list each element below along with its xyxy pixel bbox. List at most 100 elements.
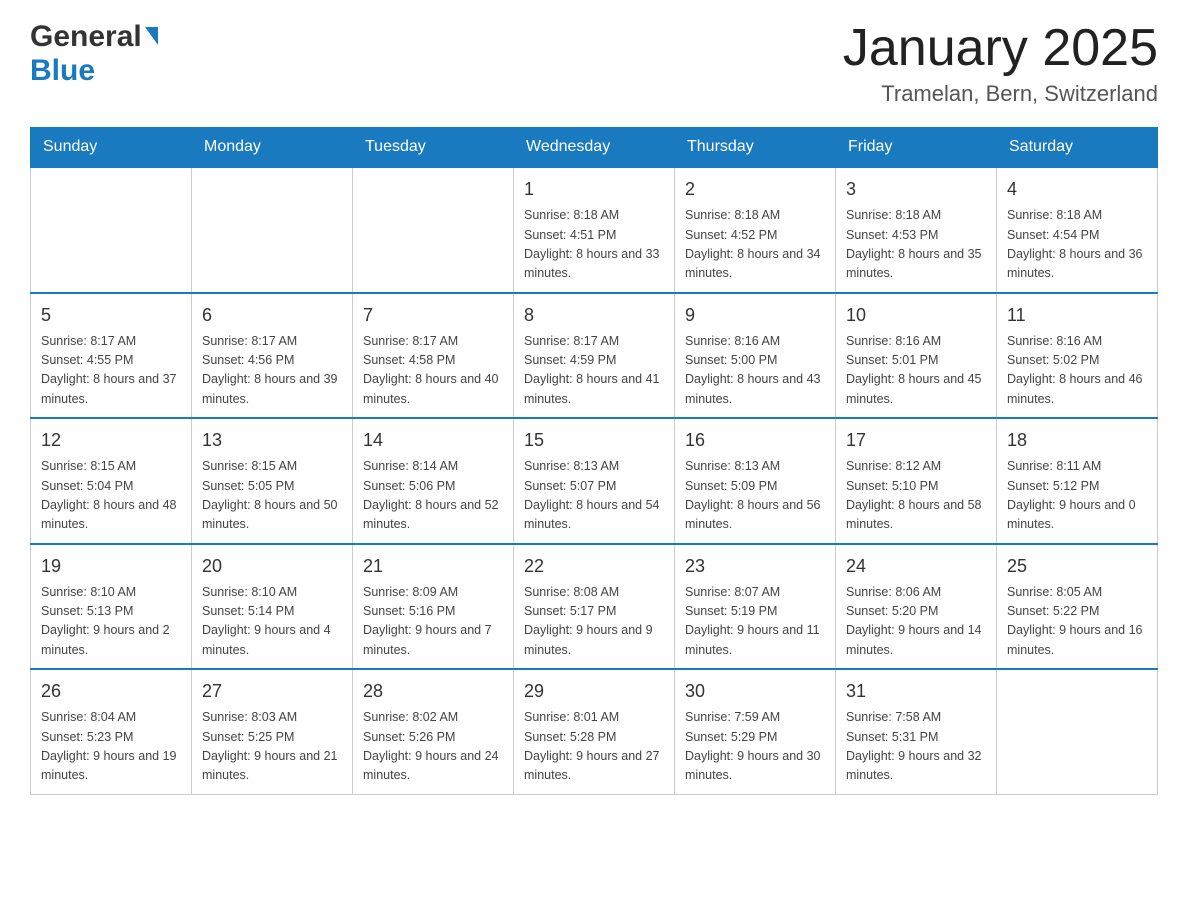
day-number: 5 [41,302,181,329]
day-number: 19 [41,553,181,580]
calendar-day-cell: 19 Sunrise: 8:10 AM Sunset: 5:13 PM Dayli… [31,544,192,670]
day-info: Sunrise: 8:15 AM Sunset: 5:05 PM Dayligh… [202,457,342,535]
day-number: 24 [846,553,986,580]
day-number: 3 [846,176,986,203]
calendar-day-cell: 17 Sunrise: 8:12 AM Sunset: 5:10 PM Dayli… [836,418,997,544]
day-number: 6 [202,302,342,329]
day-number: 26 [41,678,181,705]
day-info: Sunrise: 7:59 AM Sunset: 5:29 PM Dayligh… [685,708,825,786]
calendar-day-cell: 31 Sunrise: 7:58 AM Sunset: 5:31 PM Dayli… [836,669,997,794]
calendar-day-cell: 20Sunrise: 8:10 AM Sunset: 5:14 PM Dayli… [192,544,353,670]
calendar-week-row: 1Sunrise: 8:18 AM Sunset: 4:51 PM Daylig… [31,167,1158,293]
day-number: 10 [846,302,986,329]
day-number: 22 [524,553,664,580]
logo-arrow-icon [145,27,158,45]
day-info: Sunrise: 8:10 AM Sunset: 5:13 PM Dayligh… [41,583,181,661]
day-info: Sunrise: 8:13 AM Sunset: 5:07 PM Dayligh… [524,457,664,535]
calendar-day-cell: 28 Sunrise: 8:02 AM Sunset: 5:26 PM Dayli… [353,669,514,794]
calendar-day-cell: 3Sunrise: 8:18 AM Sunset: 4:53 PM Daylig… [836,167,997,293]
calendar-day-cell [353,167,514,293]
calendar-day-cell: 5 Sunrise: 8:17 AM Sunset: 4:55 PM Daylig… [31,293,192,419]
day-number: 25 [1007,553,1147,580]
calendar-day-cell: 25 Sunrise: 8:05 AM Sunset: 5:22 PM Dayli… [997,544,1158,670]
calendar-day-cell: 2 Sunrise: 8:18 AM Sunset: 4:52 PM Daylig… [675,167,836,293]
day-info: Sunrise: 8:06 AM Sunset: 5:20 PM Dayligh… [846,583,986,661]
day-info: Sunrise: 8:18 AM Sunset: 4:54 PM Dayligh… [1007,206,1147,284]
calendar-week-row: 12 Sunrise: 8:15 AM Sunset: 5:04 PM Dayli… [31,418,1158,544]
day-number: 23 [685,553,825,580]
calendar-day-cell: 29Sunrise: 8:01 AM Sunset: 5:28 PM Dayli… [514,669,675,794]
day-info: Sunrise: 8:16 AM Sunset: 5:00 PM Dayligh… [685,332,825,410]
calendar-table: SundayMondayTuesdayWednesdayThursdayFrid… [30,127,1158,795]
calendar-day-cell: 14 Sunrise: 8:14 AM Sunset: 5:06 PM Dayli… [353,418,514,544]
calendar-day-header: Thursday [675,128,836,168]
day-info: Sunrise: 7:58 AM Sunset: 5:31 PM Dayligh… [846,708,986,786]
calendar-header-row: SundayMondayTuesdayWednesdayThursdayFrid… [31,128,1158,168]
calendar-day-cell: 11Sunrise: 8:16 AM Sunset: 5:02 PM Dayli… [997,293,1158,419]
day-number: 12 [41,427,181,454]
calendar-day-cell [31,167,192,293]
day-number: 17 [846,427,986,454]
calendar-day-cell: 8 Sunrise: 8:17 AM Sunset: 4:59 PM Daylig… [514,293,675,419]
day-number: 27 [202,678,342,705]
title-block: January 2025 Tramelan, Bern, Switzerland [843,20,1158,107]
day-number: 28 [363,678,503,705]
day-info: Sunrise: 8:14 AM Sunset: 5:06 PM Dayligh… [363,457,503,535]
day-number: 30 [685,678,825,705]
calendar-title: January 2025 [843,20,1158,77]
day-number: 31 [846,678,986,705]
logo-blue: Blue [30,54,95,87]
day-info: Sunrise: 8:18 AM Sunset: 4:52 PM Dayligh… [685,206,825,284]
day-info: Sunrise: 8:18 AM Sunset: 4:51 PM Dayligh… [524,206,664,284]
day-info: Sunrise: 8:09 AM Sunset: 5:16 PM Dayligh… [363,583,503,661]
day-number: 29 [524,678,664,705]
calendar-day-cell: 30 Sunrise: 7:59 AM Sunset: 5:29 PM Dayli… [675,669,836,794]
day-number: 2 [685,176,825,203]
calendar-day-cell: 13 Sunrise: 8:15 AM Sunset: 5:05 PM Dayli… [192,418,353,544]
calendar-day-cell: 27Sunrise: 8:03 AM Sunset: 5:25 PM Dayli… [192,669,353,794]
day-info: Sunrise: 8:11 AM Sunset: 5:12 PM Dayligh… [1007,457,1147,535]
day-info: Sunrise: 8:17 AM Sunset: 4:58 PM Dayligh… [363,332,503,410]
day-info: Sunrise: 8:16 AM Sunset: 5:01 PM Dayligh… [846,332,986,410]
day-number: 11 [1007,302,1147,329]
day-info: Sunrise: 8:08 AM Sunset: 5:17 PM Dayligh… [524,583,664,661]
day-info: Sunrise: 8:05 AM Sunset: 5:22 PM Dayligh… [1007,583,1147,661]
day-info: Sunrise: 8:17 AM Sunset: 4:59 PM Dayligh… [524,332,664,410]
logo-general: General [30,20,142,54]
calendar-day-cell: 10 Sunrise: 8:16 AM Sunset: 5:01 PM Dayli… [836,293,997,419]
day-info: Sunrise: 8:12 AM Sunset: 5:10 PM Dayligh… [846,457,986,535]
day-number: 8 [524,302,664,329]
calendar-subtitle: Tramelan, Bern, Switzerland [843,81,1158,107]
calendar-day-cell: 22 Sunrise: 8:08 AM Sunset: 5:17 PM Dayli… [514,544,675,670]
day-info: Sunrise: 8:17 AM Sunset: 4:55 PM Dayligh… [41,332,181,410]
day-info: Sunrise: 8:02 AM Sunset: 5:26 PM Dayligh… [363,708,503,786]
calendar-day-cell: 6 Sunrise: 8:17 AM Sunset: 4:56 PM Daylig… [192,293,353,419]
day-info: Sunrise: 8:17 AM Sunset: 4:56 PM Dayligh… [202,332,342,410]
calendar-day-cell [997,669,1158,794]
day-info: Sunrise: 8:15 AM Sunset: 5:04 PM Dayligh… [41,457,181,535]
calendar-day-cell: 26 Sunrise: 8:04 AM Sunset: 5:23 PM Dayli… [31,669,192,794]
calendar-day-cell: 9Sunrise: 8:16 AM Sunset: 5:00 PM Daylig… [675,293,836,419]
calendar-day-cell: 18Sunrise: 8:11 AM Sunset: 5:12 PM Dayli… [997,418,1158,544]
day-number: 13 [202,427,342,454]
day-number: 7 [363,302,503,329]
day-number: 14 [363,427,503,454]
day-info: Sunrise: 8:13 AM Sunset: 5:09 PM Dayligh… [685,457,825,535]
day-info: Sunrise: 8:10 AM Sunset: 5:14 PM Dayligh… [202,583,342,661]
calendar-day-cell: 24 Sunrise: 8:06 AM Sunset: 5:20 PM Dayli… [836,544,997,670]
calendar-day-cell: 1Sunrise: 8:18 AM Sunset: 4:51 PM Daylig… [514,167,675,293]
calendar-day-header: Tuesday [353,128,514,168]
day-info: Sunrise: 8:07 AM Sunset: 5:19 PM Dayligh… [685,583,825,661]
calendar-day-header: Monday [192,128,353,168]
calendar-day-cell: 12 Sunrise: 8:15 AM Sunset: 5:04 PM Dayli… [31,418,192,544]
calendar-day-cell: 23 Sunrise: 8:07 AM Sunset: 5:19 PM Dayli… [675,544,836,670]
calendar-day-cell [192,167,353,293]
calendar-day-header: Saturday [997,128,1158,168]
day-number: 4 [1007,176,1147,203]
calendar-week-row: 19 Sunrise: 8:10 AM Sunset: 5:13 PM Dayli… [31,544,1158,670]
day-info: Sunrise: 8:04 AM Sunset: 5:23 PM Dayligh… [41,708,181,786]
calendar-day-cell: 7 Sunrise: 8:17 AM Sunset: 4:58 PM Daylig… [353,293,514,419]
calendar-day-cell: 21Sunrise: 8:09 AM Sunset: 5:16 PM Dayli… [353,544,514,670]
calendar-day-header: Friday [836,128,997,168]
calendar-day-cell: 15Sunrise: 8:13 AM Sunset: 5:07 PM Dayli… [514,418,675,544]
